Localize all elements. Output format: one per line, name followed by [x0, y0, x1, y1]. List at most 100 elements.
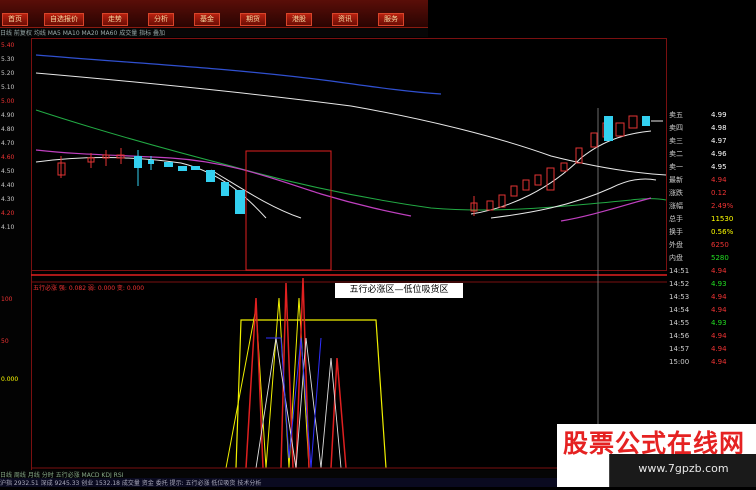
quote-value: 4.96	[711, 150, 727, 158]
quote-value: 4.93	[711, 319, 727, 327]
period-tabs[interactable]: 日线 周线 月线 分时 五行必涨 MACD KDJ RSI	[0, 470, 560, 478]
watermark-url-box: www.7gpzb.com	[609, 454, 756, 487]
quote-value: 4.94	[711, 332, 727, 340]
quote-key: 卖一	[669, 163, 683, 171]
quote-row: 卖四 4.98	[667, 123, 756, 133]
quote-row: 15:00 4.94	[667, 357, 756, 367]
quote-row: 卖一 4.95	[667, 162, 756, 172]
quote-row: 涨跌 0.12	[667, 188, 756, 198]
price-level-label: 4.90	[1, 112, 15, 119]
watermark: 股票公式在线网 www.7gpzb.com	[557, 424, 756, 487]
price-level-label: 4.80	[1, 126, 15, 133]
price-level-label: 5.10	[1, 84, 15, 91]
indicator-axis-label: 50	[1, 338, 9, 345]
price-level-label: 5.20	[1, 70, 15, 77]
price-level-label: 4.10	[1, 224, 15, 231]
quote-value: 2.49%	[711, 202, 734, 210]
quote-key: 卖二	[669, 150, 683, 158]
ma-green	[35, 109, 667, 211]
price-level-label: 4.70	[1, 140, 15, 147]
quote-value: 4.97	[711, 137, 727, 145]
quote-value: 4.94	[711, 345, 727, 353]
quote-key: 14:53	[669, 293, 690, 301]
quote-row: 换手 0.56%	[667, 227, 756, 237]
watermark-url: www.7gpzb.com	[638, 462, 729, 475]
quote-key: 14:57	[669, 345, 690, 353]
quote-value: 4.94	[711, 358, 727, 366]
quote-row: 14:52 4.93	[667, 279, 756, 289]
quote-row: 卖五 4.99	[667, 110, 756, 120]
quote-key: 14:54	[669, 306, 690, 314]
quote-row: 14:53 4.94	[667, 292, 756, 302]
quote-value: 6250	[711, 241, 729, 249]
menu-info[interactable]: 资讯	[332, 13, 358, 26]
status-bar: 沪指 2932.51 深成 9245.33 创业 1532.18 成交量 资金 …	[0, 478, 560, 487]
quote-value: 4.99	[711, 111, 727, 119]
quote-row: 卖二 4.96	[667, 149, 756, 159]
quote-row: 14:54 4.94	[667, 305, 756, 315]
chart-canvas[interactable]: 五行必涨 强: 0.082 弱: 0.000 变: 0.000 2019/04/…	[31, 38, 667, 476]
quote-key: 15:00	[669, 358, 690, 366]
quote-row: 卖三 4.97	[667, 136, 756, 146]
candles-right	[470, 115, 663, 216]
price-level-label: 4.50	[1, 168, 15, 175]
quote-row: 总手 11530	[667, 214, 756, 224]
quote-key: 内盘	[669, 254, 683, 262]
ma-white-up	[470, 130, 652, 215]
quote-value: 4.98	[711, 124, 727, 132]
quote-value: 4.94	[711, 306, 727, 314]
quote-row: 涨幅 2.49%	[667, 201, 756, 211]
price-level-label: 5.00	[1, 98, 15, 105]
quote-value: 0.12	[711, 189, 727, 197]
app-menu-bar: 首页 自选报价 走势 分析 基金 期货 港股 资讯 服务	[0, 0, 428, 28]
ma-blue-long	[35, 54, 442, 95]
quote-row: 外盘 6250	[667, 240, 756, 250]
chart-toolbar[interactable]: 日线 前复权 均线 MA5 MA10 MA20 MA60 成交量 指标 叠加	[0, 28, 428, 37]
quote-row: 14:55 4.93	[667, 318, 756, 328]
quote-value: 5280	[711, 254, 729, 262]
quote-key: 卖四	[669, 124, 683, 132]
ma-white-up2	[490, 178, 657, 219]
quote-value: 4.94	[711, 267, 727, 275]
indicator-axis-label: 100	[1, 296, 13, 303]
quote-row: 14:51 4.94	[667, 266, 756, 276]
price-level-label: 4.30	[1, 196, 15, 203]
indicator-header: 五行必涨 强: 0.082 弱: 0.000 变: 0.000	[33, 284, 144, 292]
price-level-label: 4.20	[1, 210, 15, 217]
quote-value: 4.95	[711, 163, 727, 171]
menu-analysis[interactable]: 分析	[148, 13, 174, 26]
menu-futures[interactable]: 期货	[240, 13, 266, 26]
quote-value: 0.56%	[711, 228, 734, 236]
quote-value: 4.93	[711, 280, 727, 288]
quote-key: 换手	[669, 228, 683, 236]
indicator-red-4	[330, 357, 347, 469]
annotation-label: 五行必涨区—低位吸货区	[335, 283, 463, 298]
quote-row: 内盘 5280	[667, 253, 756, 263]
quote-key: 涨跌	[669, 189, 683, 197]
quote-row: 14:56 4.94	[667, 331, 756, 341]
quote-key: 卖三	[669, 137, 683, 145]
price-level-label: 4.60	[1, 154, 15, 161]
menu-service[interactable]: 服务	[378, 13, 404, 26]
menu-market[interactable]: 自选报价	[44, 13, 84, 26]
quote-key: 涨幅	[669, 202, 683, 210]
quote-key: 总手	[669, 215, 683, 223]
menu-chart[interactable]: 走势	[102, 13, 128, 26]
ma-white-long	[35, 72, 667, 176]
quote-value: 4.94	[711, 176, 727, 184]
quote-key: 14:52	[669, 280, 690, 288]
quote-value: 11530	[711, 215, 734, 223]
quote-value: 4.94	[711, 293, 727, 301]
quote-key: 14:56	[669, 332, 690, 340]
quote-key: 外盘	[669, 241, 683, 249]
price-level-label: 4.40	[1, 182, 15, 189]
quote-row: 14:57 4.94	[667, 344, 756, 354]
quote-row: 最新 4.94	[667, 175, 756, 185]
quote-key: 最新	[669, 176, 683, 184]
menu-hk[interactable]: 港股	[286, 13, 312, 26]
quote-key: 14:55	[669, 319, 690, 327]
menu-fund[interactable]: 基金	[194, 13, 220, 26]
menu-home[interactable]: 首页	[2, 13, 28, 26]
price-level-label: 5.30	[1, 56, 15, 63]
main-chart-frame	[31, 38, 667, 271]
